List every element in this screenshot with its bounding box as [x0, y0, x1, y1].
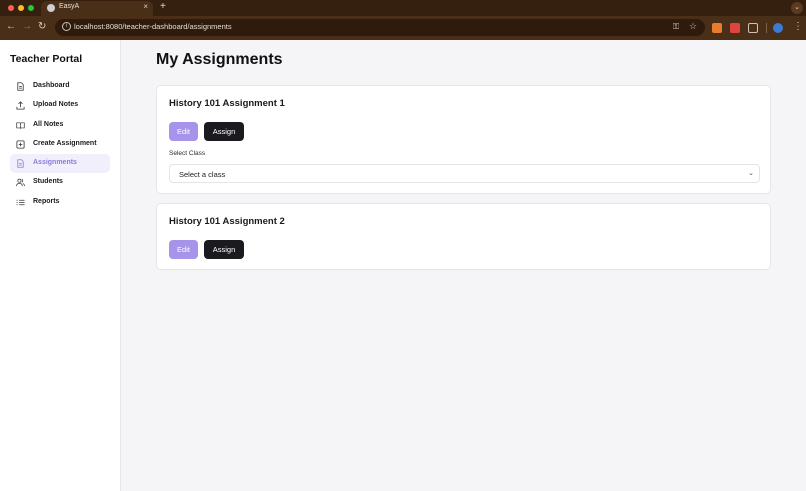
plus-square-icon — [16, 140, 25, 149]
maximize-window-button[interactable] — [28, 5, 34, 11]
site-info-icon[interactable]: i — [62, 22, 71, 31]
portal-title: Teacher Portal — [10, 53, 83, 65]
book-icon — [16, 121, 25, 130]
extension-red-icon[interactable] — [730, 23, 740, 33]
password-key-icon[interactable]: ⚿ — [673, 22, 679, 32]
sidebar-item-assignments[interactable]: Assignments — [10, 154, 110, 174]
assignment-card: History 101 Assignment 1 Edit Assign Sel… — [156, 85, 771, 194]
toolbar-divider — [766, 23, 767, 33]
tab-close-icon[interactable]: × — [143, 2, 148, 11]
class-select[interactable]: Select a class ⌄ — [169, 164, 760, 183]
back-icon[interactable]: ← — [6, 21, 16, 32]
sidebar-item-label: Assignments — [33, 159, 77, 167]
assign-button[interactable]: Assign — [204, 240, 244, 259]
minimize-window-button[interactable] — [18, 5, 24, 11]
sidebar-nav: Dashboard Upload Notes All Notes Create … — [10, 77, 110, 212]
chevron-down-icon: ⌄ — [748, 170, 754, 177]
sidebar-item-label: Dashboard — [33, 82, 70, 89]
edit-button[interactable]: Edit — [169, 122, 198, 141]
assignment-card: History 101 Assignment 2 Edit Assign — [156, 203, 771, 270]
sidebar-item-create-assignment[interactable]: Create Assignment — [10, 135, 110, 154]
browser-tab[interactable]: EasyA × — [41, 1, 153, 16]
sidebar-item-label: All Notes — [33, 120, 64, 128]
extensions-puzzle-icon[interactable] — [748, 23, 758, 33]
sidebar-item-students[interactable]: Students — [10, 173, 110, 192]
assign-button[interactable]: Assign — [204, 122, 244, 141]
browser-toolbar: ← → ↻ i localhost:8080/teacher-dashboard… — [0, 16, 806, 40]
close-window-button[interactable] — [8, 5, 14, 11]
upload-icon — [16, 101, 25, 110]
forward-icon[interactable]: → — [22, 21, 32, 32]
users-icon — [16, 178, 25, 187]
sidebar-item-label: Upload Notes — [33, 101, 79, 109]
menu-icon[interactable]: ⋮ — [793, 21, 803, 32]
sidebar-item-label: Reports — [33, 197, 60, 205]
main-content: My Assignments History 101 Assignment 1 … — [121, 40, 806, 491]
sidebar-item-dashboard[interactable]: Dashboard — [10, 77, 110, 96]
edit-button[interactable]: Edit — [169, 240, 198, 259]
address-bar[interactable]: i localhost:8080/teacher-dashboard/assig… — [55, 19, 705, 36]
sidebar-item-upload-notes[interactable]: Upload Notes — [10, 96, 110, 115]
sidebar-item-label: Students — [33, 178, 63, 186]
new-tab-button[interactable]: + — [160, 1, 166, 12]
tab-search-icon[interactable]: ⌄ — [791, 2, 803, 14]
browser-tab-bar: EasyA × + ⌄ — [0, 0, 806, 16]
assignment-title: History 101 Assignment 2 — [169, 216, 285, 227]
sidebar-item-label: Create Assignment — [33, 139, 97, 147]
select-class-label: Select Class — [169, 150, 206, 157]
list-icon — [16, 198, 25, 207]
bookmark-star-icon[interactable]: ☆ — [689, 21, 697, 32]
sidebar: Teacher Portal Dashboard Upload Notes Al… — [0, 40, 121, 491]
profile-icon[interactable] — [773, 23, 783, 33]
tab-title: EasyA — [59, 3, 80, 10]
favicon-icon — [47, 4, 55, 12]
document-icon — [16, 82, 25, 91]
page-title: My Assignments — [156, 51, 283, 68]
class-select-value: Select a class — [179, 170, 226, 179]
extension-fox-icon[interactable] — [712, 23, 722, 33]
url-text[interactable]: localhost:8080/teacher-dashboard/assignm… — [74, 22, 232, 31]
reload-icon[interactable]: ↻ — [38, 21, 46, 32]
assignment-title: History 101 Assignment 1 — [169, 98, 285, 109]
file-icon — [16, 159, 25, 168]
sidebar-item-all-notes[interactable]: All Notes — [10, 116, 110, 135]
sidebar-item-reports[interactable]: Reports — [10, 193, 110, 212]
